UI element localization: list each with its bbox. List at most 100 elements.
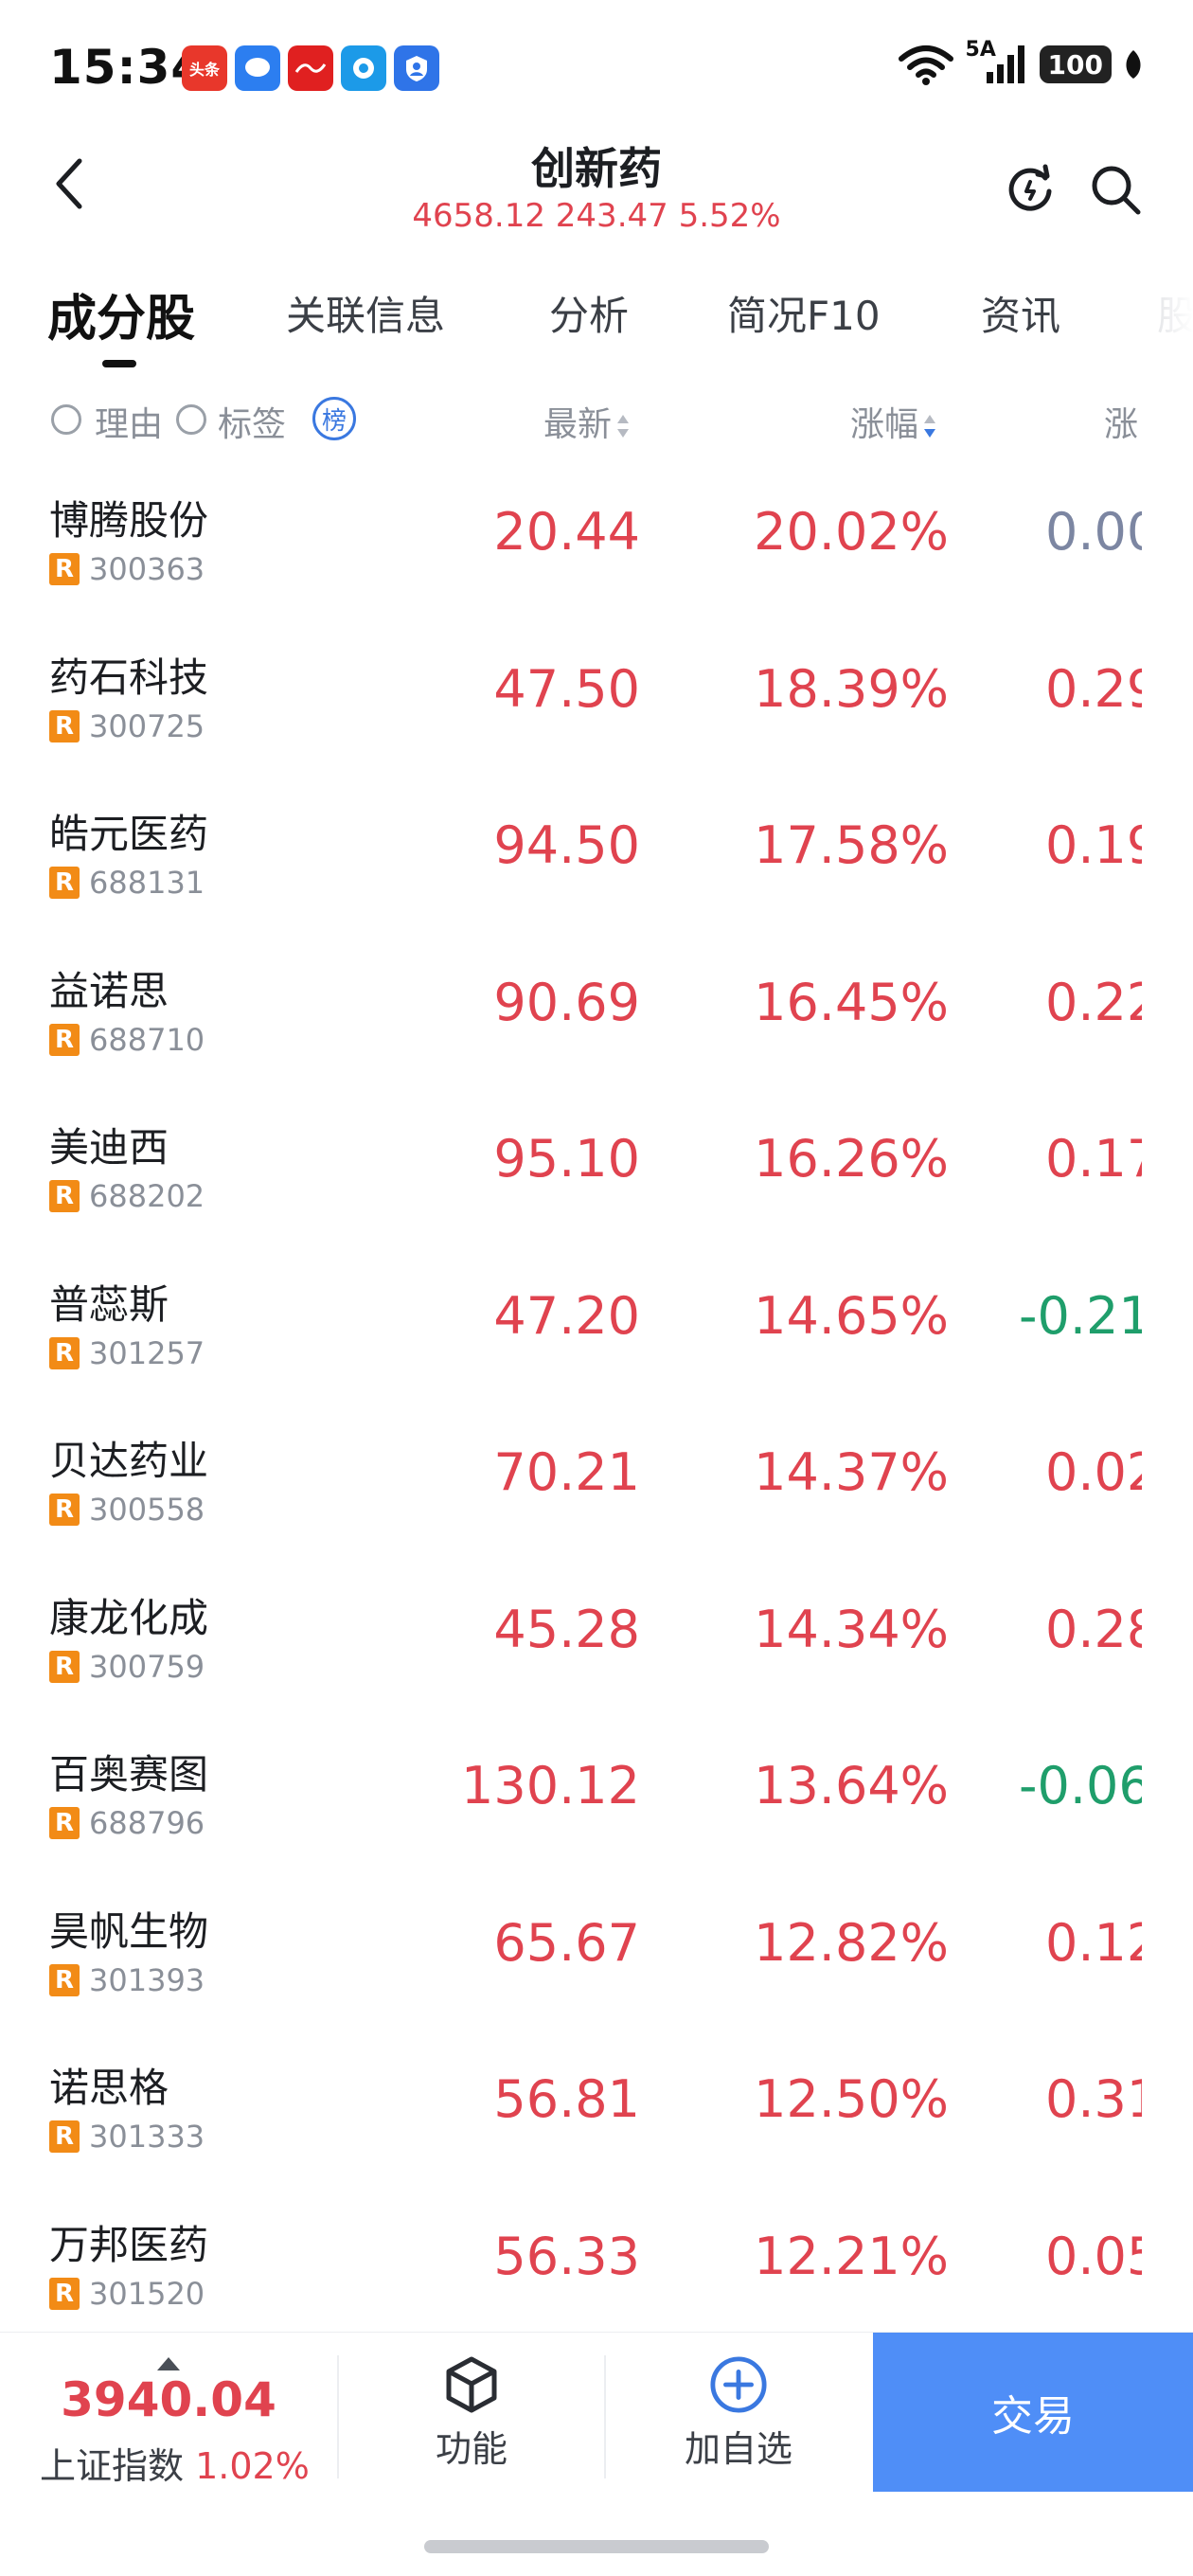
row-clip-mask (1142, 2031, 1193, 2188)
row-clip-mask (1142, 1874, 1193, 2031)
stock-row[interactable]: 康龙化成 R 300759 45.28 14.34% 0.28 (0, 1561, 1193, 1719)
r-badge-icon: R (49, 1023, 80, 1056)
search-button[interactable] (1087, 161, 1144, 218)
sort-desc-icon (924, 413, 936, 439)
stock-price: 90.69 (493, 972, 640, 1032)
reason-label[interactable]: 理由 (95, 397, 163, 446)
stock-price: 95.10 (493, 1129, 640, 1189)
stock-price: 70.21 (493, 1442, 640, 1502)
stock-code-group: R 300363 (49, 551, 205, 587)
row-clip-mask (1142, 778, 1193, 934)
stock-change-pct: 18.39% (754, 658, 949, 719)
stock-price: 65.67 (493, 1912, 640, 1973)
stock-code: 301333 (89, 2119, 205, 2155)
stock-name: 皓元医药 (49, 811, 209, 857)
stock-code: 301257 (89, 1334, 205, 1371)
stock-row[interactable]: 药石科技 R 300725 47.50 18.39% 0.29 (0, 620, 1193, 778)
tab-news[interactable]: 资讯 (981, 284, 1060, 342)
stock-change-pct: 12.50% (754, 2069, 949, 2129)
stock-change-pct: 17.58% (754, 815, 949, 875)
tag-radio[interactable] (176, 404, 206, 435)
r-badge-icon: R (49, 1650, 80, 1683)
sort-change-pct[interactable]: 涨幅 (850, 397, 936, 446)
stock-code-group: R 300759 (49, 1649, 205, 1685)
tab-fade (1108, 265, 1193, 369)
stock-price: 56.81 (493, 2069, 640, 2129)
stock-code: 300558 (89, 1492, 205, 1528)
message-icon (235, 45, 280, 91)
rank-button[interactable]: 榜 (312, 397, 356, 440)
stock-code: 300759 (89, 1648, 205, 1685)
stock-row[interactable]: 诺思格 R 301333 56.81 12.50% 0.31 (0, 2031, 1193, 2189)
stock-code-group: R 301257 (49, 1335, 205, 1371)
function-button[interactable]: 功能 (339, 2333, 604, 2494)
row-clip-mask (1142, 934, 1193, 1091)
column-header: 理由 标签 榜 最新 涨幅 涨 (0, 384, 1193, 459)
stock-name: 普蕊斯 (49, 1280, 169, 1328)
stock-code: 688131 (89, 865, 205, 901)
row-clip-mask (1142, 464, 1193, 620)
r-badge-icon: R (49, 1807, 80, 1839)
stock-row[interactable]: 博腾股份 R 300363 20.44 20.02% 0.00 (0, 464, 1193, 621)
stock-code: 688202 (89, 1178, 205, 1214)
stock-row[interactable]: 美迪西 R 688202 95.10 16.26% 0.17 (0, 1091, 1193, 1248)
stock-price: 94.50 (493, 815, 640, 875)
stock-change-pct: 14.65% (754, 1285, 949, 1346)
stock-row[interactable]: 昊帆生物 R 301393 65.67 12.82% 0.12 (0, 1874, 1193, 2032)
change-pct-column-label: 涨幅 (850, 405, 919, 444)
tab-constituents[interactable]: 成分股 (47, 278, 195, 349)
r-badge-icon: R (49, 2120, 80, 2153)
stock-price: 56.33 (493, 2226, 640, 2286)
r-badge-icon: R (49, 553, 80, 585)
row-clip-mask (1142, 1718, 1193, 1874)
index-ticker[interactable]: 3940.04 上证指数 1.02% (0, 2333, 337, 2494)
stock-change-pct: 16.26% (754, 1129, 949, 1189)
system-icons: 5A 100 (898, 38, 1144, 85)
sort-arrows-icon (617, 413, 630, 439)
stock-name: 康龙化成 (49, 1594, 209, 1641)
stock-row[interactable]: 万邦医药 R 301520 56.33 12.21% 0.05 (0, 2188, 1193, 2330)
reason-radio[interactable] (51, 404, 81, 435)
notification-icons: 头条 (182, 45, 439, 91)
stock-name: 百奥赛图 (49, 1751, 209, 1798)
expand-up-icon (157, 2357, 180, 2370)
refresh-button[interactable] (1002, 161, 1059, 218)
stock-row[interactable]: 贝达药业 R 300558 70.21 14.37% 0.02 (0, 1404, 1193, 1562)
stock-code: 300363 (89, 551, 205, 587)
stock-code-group: R 688796 (49, 1805, 205, 1841)
r-badge-icon: R (49, 2277, 80, 2310)
stock-speed: -0.06 (1019, 1756, 1151, 1816)
stock-row[interactable]: 益诺思 R 688710 90.69 16.45% 0.22 (0, 934, 1193, 1092)
row-clip-mask (1142, 1247, 1193, 1404)
add-watchlist-label: 加自选 (684, 2427, 792, 2470)
add-watchlist-button[interactable]: 加自选 (606, 2333, 871, 2494)
index-value: 3940.04 (61, 2372, 276, 2427)
stock-row[interactable]: 普蕊斯 R 301257 47.20 14.65% -0.21 (0, 1247, 1193, 1405)
index-change: 1.02% (195, 2445, 310, 2487)
latest-column-label: 最新 (543, 405, 613, 444)
tab-f10[interactable]: 简况F10 (727, 284, 881, 342)
stock-row[interactable]: 百奥赛图 R 688796 130.12 13.64% -0.06 (0, 1718, 1193, 1875)
stock-code-group: R 301520 (49, 2276, 205, 2312)
speed-column-label[interactable]: 涨 (1104, 397, 1138, 446)
wifi-icon (898, 45, 953, 85)
trade-button[interactable]: 交易 (873, 2333, 1193, 2492)
news-app-icon (288, 45, 333, 91)
r-badge-icon: R (49, 709, 80, 742)
video-app-icon (341, 45, 386, 91)
stock-price: 47.50 (493, 658, 640, 719)
bottom-bar: 3940.04 上证指数 1.02% 功能 加自选 交易 (0, 2332, 1193, 2493)
sort-latest[interactable]: 最新 (543, 397, 630, 446)
r-badge-icon: R (49, 1494, 80, 1526)
stock-change-pct: 13.64% (754, 1756, 949, 1816)
stock-code: 301393 (89, 1961, 205, 1998)
signal-icon: 5A (966, 38, 1028, 85)
stock-row[interactable]: 皓元医药 R 688131 94.50 17.58% 0.19 (0, 778, 1193, 935)
tab-related-info[interactable]: 关联信息 (286, 284, 445, 342)
stock-name: 诺思格 (49, 2065, 169, 2111)
leaf-icon (1126, 50, 1141, 79)
row-clip-mask (1142, 2188, 1193, 2330)
tag-label[interactable]: 标签 (218, 397, 286, 446)
home-indicator[interactable] (424, 2540, 769, 2553)
tab-analysis[interactable]: 分析 (549, 284, 629, 342)
